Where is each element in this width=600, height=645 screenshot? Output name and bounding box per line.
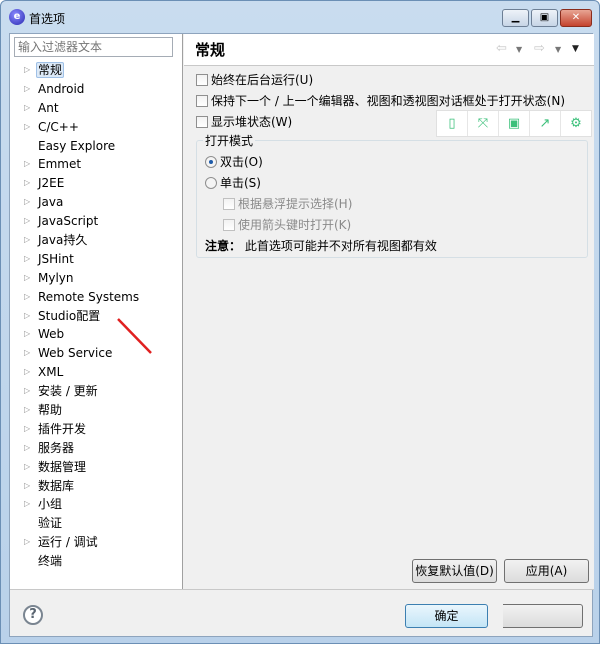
red-annotation-line bbox=[117, 318, 152, 354]
preferences-window: e 首选项 ▁ ▣ ✕ ▷常规▷Android▷Ant▷C/C++Easy Ex… bbox=[0, 0, 600, 644]
annotation-overlay bbox=[117, 318, 152, 354]
